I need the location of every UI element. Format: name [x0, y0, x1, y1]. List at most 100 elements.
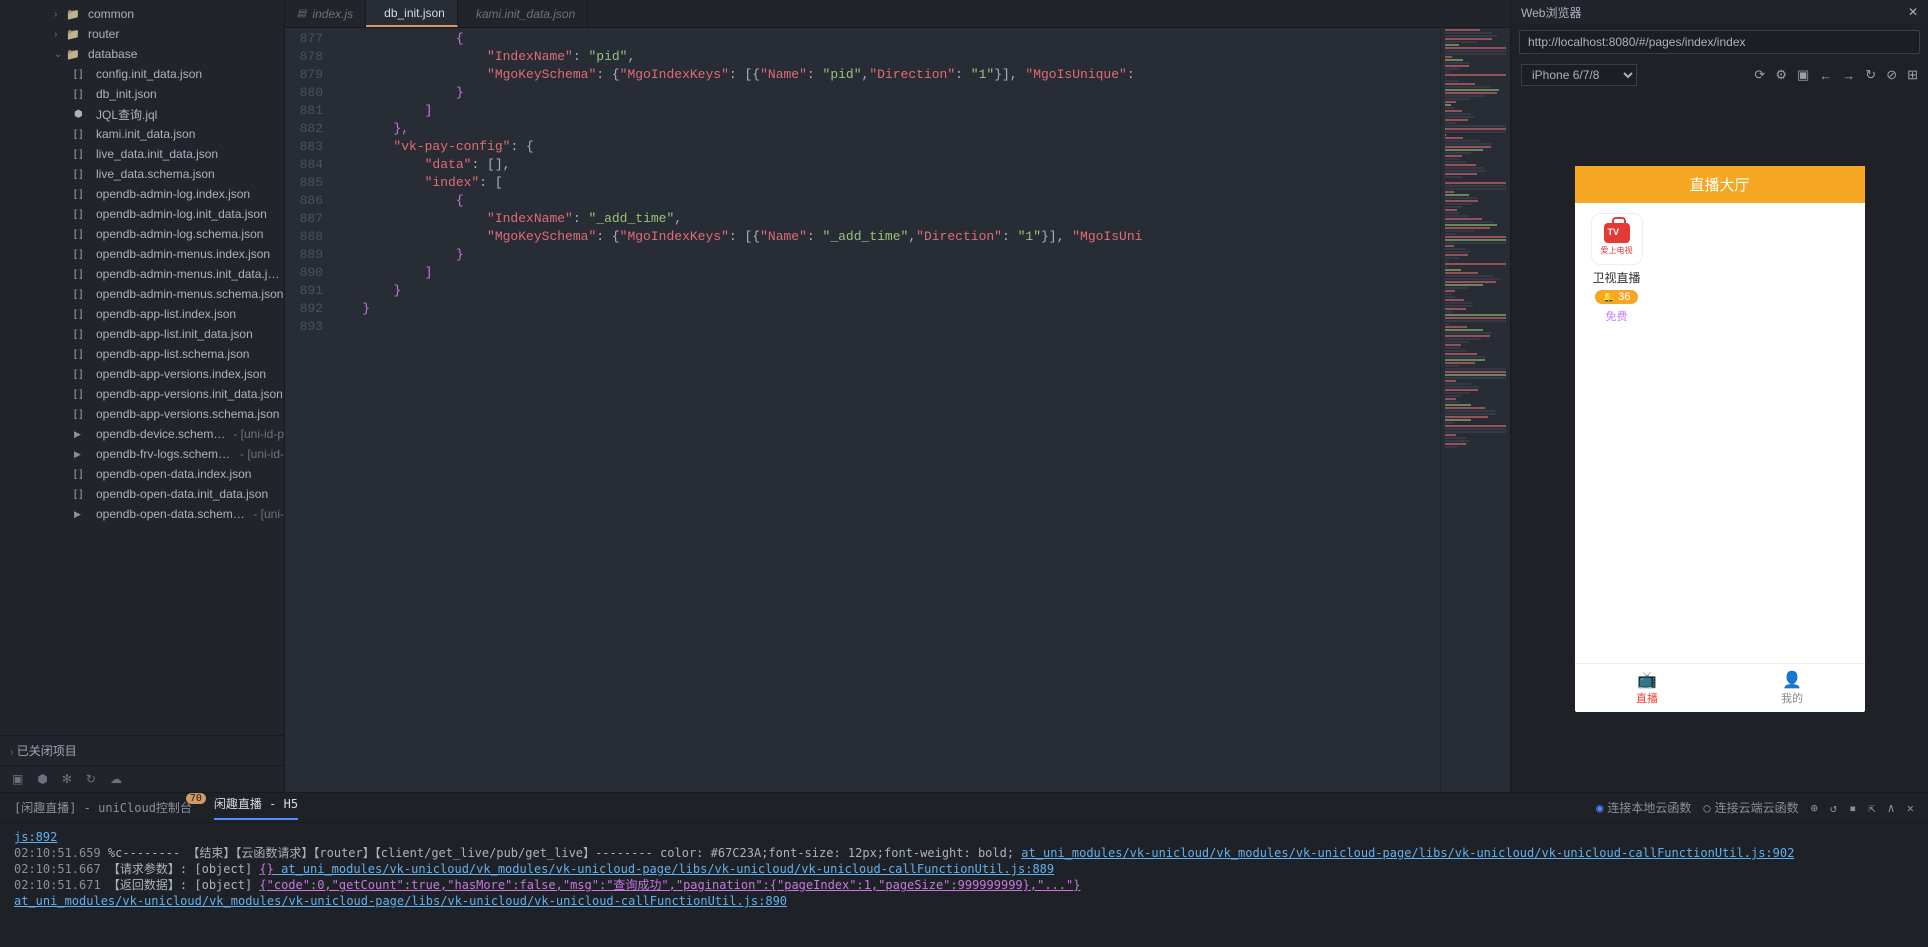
live-card[interactable]: 爱上电视 卫视直播 36 免费 [1585, 213, 1649, 324]
file-item[interactable]: opendb-admin-log.index.json [0, 184, 284, 204]
json-icon [74, 489, 90, 500]
folder-database[interactable]: ⌄database [0, 44, 284, 64]
closed-projects[interactable]: › 已关闭项目 [0, 735, 284, 765]
url-input[interactable] [1519, 30, 1920, 54]
devtools-icon[interactable]: ⚙ [1775, 67, 1787, 83]
file-item[interactable]: opendb-app-list.index.json [0, 304, 284, 324]
console-panel: [闲趣直播] - uniCloud控制台70 闲趣直播 - H5 连接本地云函数… [0, 792, 1928, 947]
sync-icon[interactable]: ↻ [86, 772, 96, 786]
radio-remote-cloud[interactable]: 连接云端云函数 [1703, 799, 1798, 816]
collapse-icon[interactable]: ∧ [1888, 801, 1895, 815]
sidebar-toolbar: ▣ ⬢ ✻ ↻ ☁ [0, 765, 284, 792]
code-content[interactable]: { "IndexName": "pid", "MgoKeySchema": {"… [331, 28, 1440, 792]
page-header: 直播大厅 [1575, 166, 1865, 203]
editor-tab[interactable]: ▤index.js [285, 0, 366, 27]
device-select[interactable]: iPhone 6/7/8 [1521, 64, 1637, 86]
file-item[interactable]: opendb-admin-log.init_data.json [0, 204, 284, 224]
json-icon [74, 149, 90, 160]
editor-tab[interactable]: db_init.json [366, 0, 458, 27]
file-tree: ›common ›router ⌄database config.init_da… [0, 0, 284, 735]
file-item[interactable]: opendb-open-data.schema.json- [uni- [0, 504, 284, 524]
json-icon [74, 469, 90, 480]
reload-icon[interactable]: ↻ [1865, 67, 1876, 83]
screenshot-icon[interactable]: ▣ [1797, 67, 1809, 83]
file-item[interactable]: JQL查询.jql [0, 104, 284, 124]
line-gutter: 8778788798808818828838848858868878888898… [285, 28, 331, 792]
bug-icon[interactable]: ⬢ [37, 772, 47, 786]
log-timestamp: 02:10:51.659 [14, 846, 101, 860]
json-icon [74, 309, 90, 320]
terminal-icon[interactable]: ▣ [12, 772, 23, 786]
live-title: 卫视直播 [1585, 269, 1649, 286]
radio-local-cloud[interactable]: 连接本地云函数 [1596, 799, 1691, 816]
file-item[interactable]: live_data.init_data.json [0, 144, 284, 164]
file-item[interactable]: opendb-frv-logs.schema.json- [uni-id- [0, 444, 284, 464]
json-icon [74, 329, 90, 340]
editor-tabs: ▤index.jsdb_init.jsonkami.init_data.json [285, 0, 1510, 28]
folder-common[interactable]: ›common [0, 4, 284, 24]
file-item[interactable]: opendb-app-versions.index.json [0, 364, 284, 384]
log-source-link[interactable]: at_uni_modules/vk-unicloud/vk_modules/vk… [1021, 846, 1794, 860]
file-item[interactable]: opendb-admin-menus.schema.json [0, 284, 284, 304]
export-icon[interactable]: ⇱ [1868, 801, 1875, 815]
console-tabs: [闲趣直播] - uniCloud控制台70 闲趣直播 - H5 连接本地云函数… [0, 793, 1928, 823]
json-icon [74, 189, 90, 200]
schema-icon [74, 449, 90, 460]
console-output[interactable]: js:892 02:10:51.659 %c-------- 【结束】【云函数请… [0, 823, 1928, 947]
filter-icon[interactable]: ⊕ [1811, 801, 1818, 815]
file-item[interactable]: opendb-admin-menus.index.json [0, 244, 284, 264]
clear-icon[interactable]: ↺ [1830, 801, 1837, 815]
notify-badge: 36 [1595, 290, 1639, 304]
file-explorer: ›common ›router ⌄database config.init_da… [0, 0, 285, 792]
close-icon[interactable]: ✕ [1907, 801, 1914, 815]
chevron-right-icon: › [54, 9, 66, 20]
file-item[interactable]: opendb-device.schema.json- [uni-id-p [0, 424, 284, 444]
stop-icon[interactable]: ⊘ [1886, 67, 1897, 83]
file-item[interactable]: config.init_data.json [0, 64, 284, 84]
file-item[interactable]: opendb-admin-menus.init_data.json [0, 264, 284, 284]
file-item[interactable]: opendb-app-list.init_data.json [0, 324, 284, 344]
back-icon[interactable]: ← [1819, 68, 1832, 83]
forward-icon[interactable]: → [1842, 68, 1855, 83]
file-item[interactable]: db_init.json [0, 84, 284, 104]
json-icon [74, 69, 90, 80]
live-thumbnail: 爱上电视 [1591, 213, 1643, 265]
chevron-right-icon: › [10, 747, 13, 758]
cloud-icon[interactable]: ☁ [110, 772, 122, 786]
log-source-link[interactable]: at_uni_modules/vk-unicloud/vk_modules/vk… [14, 894, 787, 908]
console-tab-unicloud[interactable]: [闲趣直播] - uniCloud控制台70 [14, 799, 192, 816]
file-item[interactable]: opendb-open-data.index.json [0, 464, 284, 484]
file-item[interactable]: opendb-app-list.schema.json [0, 344, 284, 364]
file-item[interactable]: opendb-open-data.init_data.json [0, 484, 284, 504]
file-item[interactable]: live_data.schema.json [0, 164, 284, 184]
minimap[interactable] [1440, 28, 1510, 792]
address-bar [1519, 30, 1920, 54]
file-item[interactable]: kami.init_data.json [0, 124, 284, 144]
file-item[interactable]: opendb-app-versions.schema.json [0, 404, 284, 424]
file-item[interactable]: opendb-app-versions.init_data.json [0, 384, 284, 404]
code-editor[interactable]: 8778788798808818828838848858868878888898… [285, 28, 1510, 792]
folder-icon [66, 48, 82, 61]
tab-live[interactable]: 📺直播 [1575, 664, 1720, 712]
json-icon [74, 229, 90, 240]
tab-mine[interactable]: 👤我的 [1720, 664, 1865, 712]
lock-icon[interactable]: ⊞ [1907, 67, 1918, 83]
badge-count: 70 [186, 793, 206, 804]
folder-icon [66, 28, 82, 41]
editor-tab[interactable]: kami.init_data.json [458, 0, 588, 27]
log-source-link[interactable]: at_uni_modules/vk-unicloud/vk_modules/vk… [274, 862, 1054, 876]
folder-router[interactable]: ›router [0, 24, 284, 44]
json-icon [74, 169, 90, 180]
json-icon [74, 249, 90, 260]
close-icon[interactable]: ✕ [1908, 5, 1918, 19]
console-tools: 连接本地云函数 连接云端云函数 ⊕ ↺ ▪ ⇱ ∧ ✕ [1596, 799, 1914, 816]
browser-titlebar: Web浏览器 ✕ [1511, 0, 1928, 24]
log-json-object[interactable]: {} [259, 862, 273, 876]
file-item[interactable]: opendb-admin-log.schema.json [0, 224, 284, 244]
log-source-link[interactable]: js:892 [14, 830, 57, 844]
stop-icon[interactable]: ▪ [1849, 801, 1856, 815]
console-tab-h5[interactable]: 闲趣直播 - H5 [214, 795, 298, 820]
settings-icon[interactable]: ✻ [62, 772, 72, 786]
refresh-icon[interactable]: ⟳ [1754, 67, 1765, 83]
log-json-object[interactable]: {"code":0,"getCount":true,"hasMore":fals… [259, 878, 1080, 892]
